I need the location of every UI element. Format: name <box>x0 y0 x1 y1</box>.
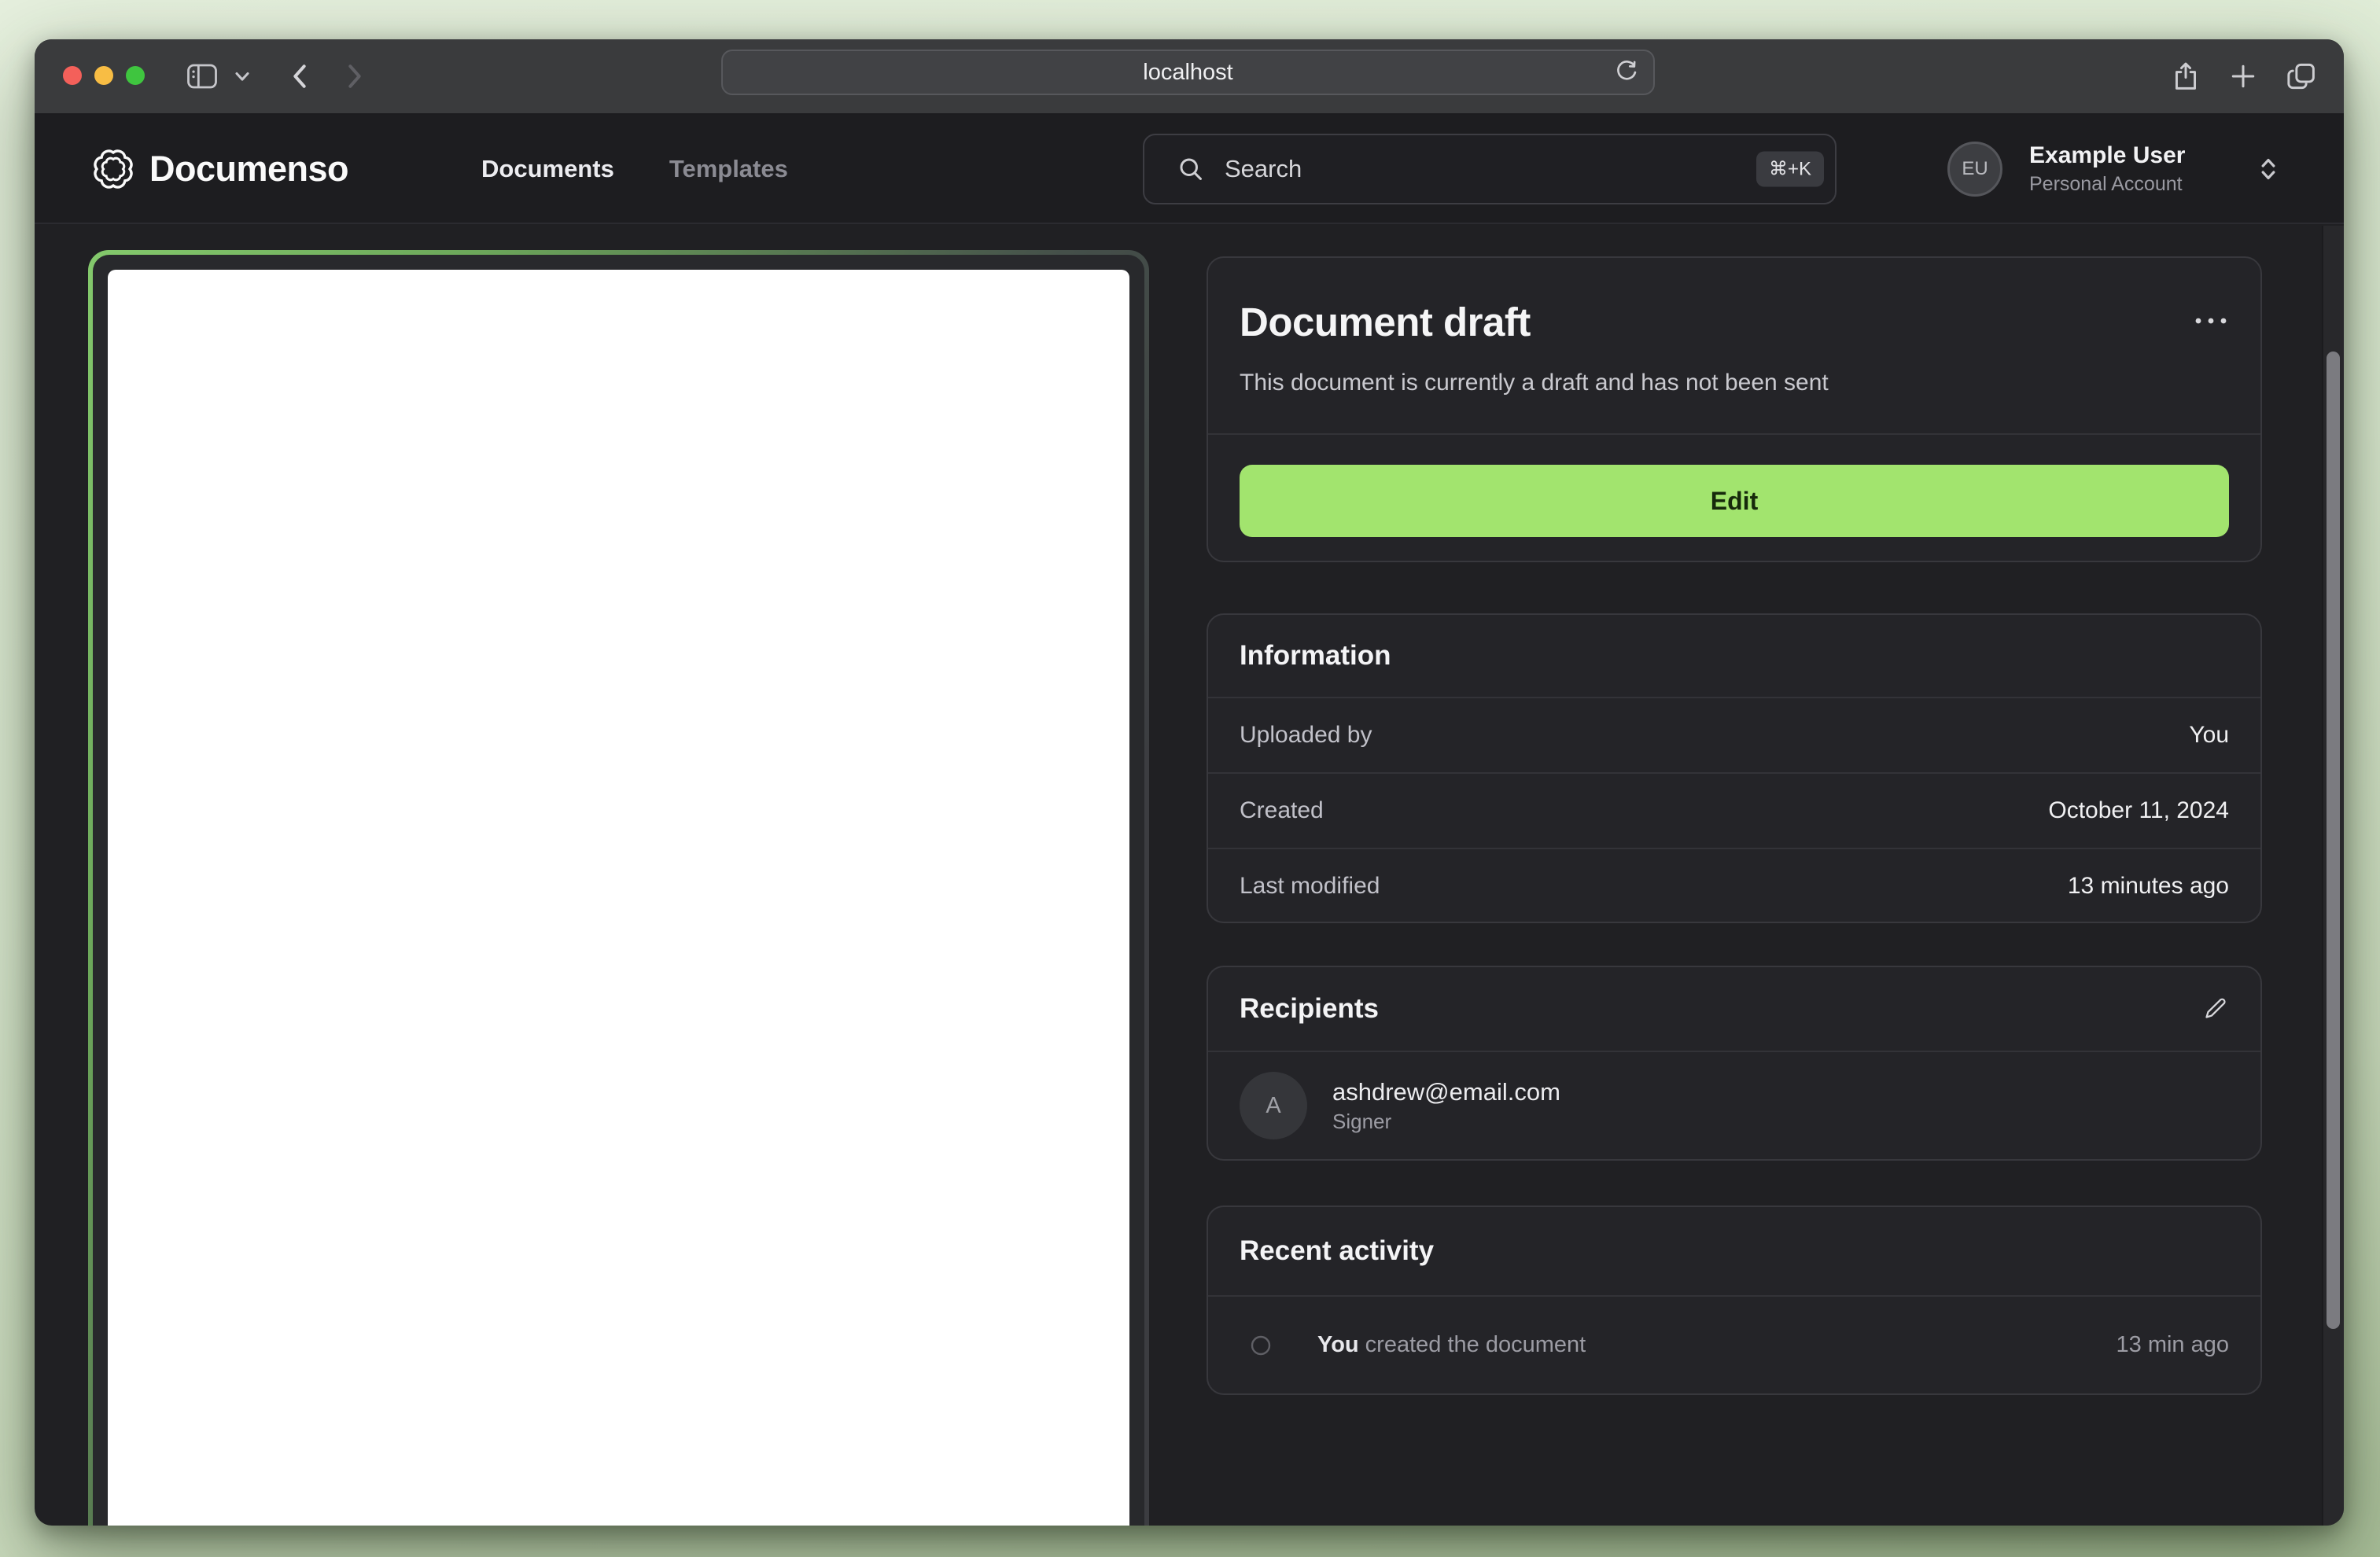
recipient-avatar: A <box>1240 1072 1307 1139</box>
sidebar-chevron-icon[interactable] <box>234 71 250 82</box>
user-avatar: EU <box>1947 141 2002 197</box>
edit-button[interactable]: Edit <box>1240 465 2229 537</box>
nav-templates[interactable]: Templates <box>669 155 788 183</box>
edit-recipients-pencil-icon[interactable] <box>2201 995 2229 1023</box>
recipients-title: Recipients <box>1240 993 1379 1024</box>
recipient-role: Signer <box>1332 1110 1392 1133</box>
document-preview-container <box>88 250 1149 1526</box>
recent-activity-title: Recent activity <box>1240 1235 1435 1266</box>
documenso-seal-icon <box>91 147 135 191</box>
user-menu[interactable]: EU Example User Personal Account <box>1947 115 2279 223</box>
document-status-text: This document is currently a draft and h… <box>1240 370 1829 396</box>
browser-titlebar: localhost <box>35 39 2344 115</box>
activity-description: You created the document <box>1317 1332 1586 1357</box>
chevron-up-down-icon <box>2257 156 2279 182</box>
information-title: Information <box>1240 640 1391 671</box>
document-draft-card: Document draft This document is currentl… <box>1207 256 2262 562</box>
document-page[interactable] <box>108 270 1129 1526</box>
close-window-button[interactable] <box>63 66 82 85</box>
forward-button[interactable] <box>343 63 367 90</box>
tab-overview-icon[interactable] <box>2286 61 2317 91</box>
address-bar-url: localhost <box>1143 59 1233 85</box>
more-options-icon[interactable] <box>2193 316 2229 326</box>
activity-status-circle-icon <box>1250 1334 1272 1356</box>
back-button[interactable] <box>288 63 311 90</box>
sidebar-toggle-icon[interactable] <box>186 61 219 91</box>
document-title: Document draft <box>1240 300 1531 344</box>
app-header: Documenso Documents Templates Search ⌘+K… <box>35 115 2344 224</box>
scrollbar-gutter <box>2322 226 2344 1526</box>
nav-documents[interactable]: Documents <box>481 155 614 183</box>
zoom-window-button[interactable] <box>126 66 145 85</box>
new-tab-icon[interactable] <box>2229 62 2257 90</box>
recent-activity-card: Recent activity You created the document… <box>1207 1205 2262 1395</box>
search-shortcut-badge: ⌘+K <box>1756 151 1824 186</box>
brand-name: Documenso <box>149 148 349 189</box>
activity-row: You created the document 13 min ago <box>1208 1295 2260 1393</box>
search-icon <box>1177 156 1204 182</box>
activity-timestamp: 13 min ago <box>2116 1332 2230 1357</box>
minimize-window-button[interactable] <box>94 66 113 85</box>
user-name: Example User <box>2029 142 2186 168</box>
user-account-type: Personal Account <box>2029 172 2183 195</box>
reload-icon[interactable] <box>1614 60 1639 85</box>
share-icon[interactable] <box>2171 61 2201 92</box>
browser-window: localhost Documenso Documents Templates … <box>35 39 2344 1526</box>
recipient-row[interactable]: A ashdrew@email.com Signer <box>1208 1051 2260 1159</box>
address-bar[interactable]: localhost <box>721 50 1655 95</box>
information-card: Information Uploaded by You Created Octo… <box>1207 613 2262 923</box>
info-row-created: Created October 11, 2024 <box>1208 772 2260 848</box>
search-input[interactable]: Search ⌘+K <box>1143 133 1837 204</box>
recipients-card: Recipients A ashdrew@email.com Signer <box>1207 966 2262 1161</box>
document-preview-frame <box>93 255 1144 1526</box>
info-row-uploaded-by: Uploaded by You <box>1208 697 2260 772</box>
search-placeholder: Search <box>1225 154 1302 182</box>
info-row-last-modified: Last modified 13 minutes ago <box>1208 848 2260 922</box>
scrollbar-thumb[interactable] <box>2327 352 2340 1329</box>
recipient-email: ashdrew@email.com <box>1332 1078 1560 1106</box>
main-nav: Documents Templates <box>481 115 788 223</box>
documenso-logo[interactable]: Documenso <box>91 115 349 223</box>
